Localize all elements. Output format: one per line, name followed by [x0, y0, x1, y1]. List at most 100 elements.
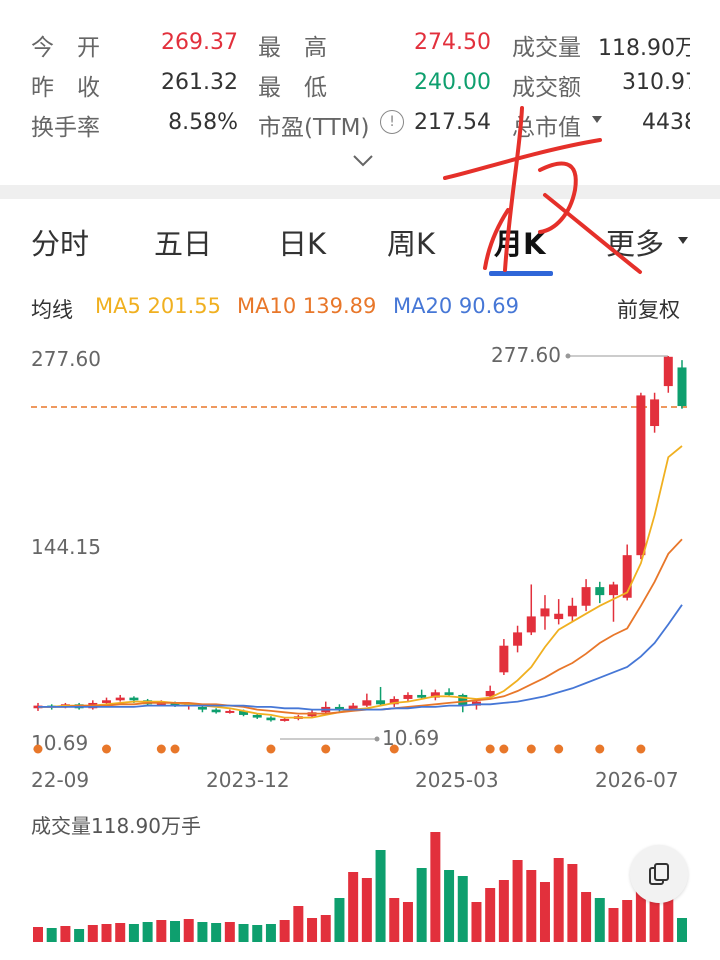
turnover-label: 换手率: [31, 115, 100, 141]
event-dot: [321, 744, 331, 754]
candle-body: [513, 632, 523, 646]
more-caret-icon[interactable]: [678, 237, 688, 244]
volume-bar: [539, 882, 550, 942]
volume-bar: [211, 923, 222, 942]
volume-bar: [444, 870, 455, 942]
active-tab-indicator: [489, 271, 553, 276]
max-price-label: 277.60: [491, 343, 561, 367]
event-dot: [102, 744, 112, 754]
candlestick-series: [33, 356, 687, 722]
prevclose-label: 昨 收: [31, 75, 100, 101]
volume-bar: [457, 876, 468, 942]
copy-icon: [649, 863, 669, 885]
candle-body: [225, 710, 235, 713]
volume-bar: [581, 892, 592, 942]
candle-body: [102, 700, 112, 703]
volume-bar: [416, 868, 427, 942]
volume-bar: [60, 926, 71, 942]
candle-body: [252, 714, 262, 718]
tab-daily-k[interactable]: 日K: [278, 221, 326, 263]
volume-bars: [33, 832, 687, 942]
x-tick-label: 2023-12: [206, 768, 290, 792]
volume-bar: [265, 924, 276, 942]
candle-body: [115, 697, 125, 701]
chevron-down-icon[interactable]: [352, 154, 374, 168]
tab-monthly-k[interactable]: 月K: [494, 221, 545, 263]
candle-body: [540, 608, 550, 617]
mktcap-label[interactable]: 总市值: [512, 108, 581, 142]
candle-body: [554, 613, 564, 620]
kline-chart[interactable]: 277.60 144.15 10.69 277.60 10.69 22-09 2…: [0, 330, 720, 960]
open-value: 269.37: [161, 30, 238, 55]
event-dot: [266, 744, 276, 754]
max-price-dot: [565, 353, 571, 359]
candle-body: [595, 587, 605, 596]
tab-weekly-k[interactable]: 周K: [387, 221, 435, 263]
x-tick-label: 2026-07: [595, 768, 679, 792]
quote-stats-panel: 今 开 269.37 昨 收 261.32 换手率 8.58% 最 高 274.…: [0, 0, 720, 185]
volume-bar: [402, 902, 413, 942]
info-icon[interactable]: !: [380, 110, 404, 134]
volume-bar: [485, 888, 496, 942]
amount-value: 310.97: [622, 70, 690, 95]
candle-body: [581, 587, 591, 606]
volume-value: 118.90万: [598, 36, 690, 61]
pe-value: 217.54: [414, 110, 491, 135]
volume-bar: [567, 864, 578, 942]
mktcap-value: 4438: [642, 110, 690, 135]
candle-body: [129, 697, 139, 701]
copy-button[interactable]: [630, 845, 688, 903]
adjust-mode[interactable]: 前复权: [617, 294, 680, 324]
candle-body: [608, 584, 618, 596]
caret-down-icon[interactable]: [592, 116, 602, 123]
volume-bar: [608, 908, 619, 942]
candle-body: [677, 367, 687, 407]
ma5-label: MA5 201.55: [95, 294, 221, 318]
turnover-value: 8.58%: [168, 110, 238, 135]
volume-bar: [677, 918, 687, 942]
volume-bar: [101, 924, 112, 942]
volume-bar: [252, 925, 263, 942]
ma20-line: [38, 604, 683, 711]
low-value: 240.00: [414, 70, 491, 95]
tab-intraday[interactable]: 分时: [31, 221, 89, 263]
prevclose-value: 261.32: [161, 70, 238, 95]
section-divider: [0, 185, 720, 199]
event-dot: [595, 744, 605, 754]
volume-bar: [46, 928, 57, 942]
event-dot: [499, 744, 509, 754]
candle-body: [362, 700, 372, 706]
event-dot: [156, 744, 166, 754]
volume-bar: [622, 900, 633, 942]
ma10-label: MA10 139.89: [237, 294, 377, 318]
volume-bar: [334, 898, 345, 942]
volume-bar: [430, 832, 441, 942]
y-tick-label: 277.60: [31, 347, 101, 371]
candle-body: [567, 605, 577, 617]
ma10-line: [38, 538, 683, 715]
volume-bar: [279, 920, 290, 942]
min-price-dot: [374, 736, 380, 742]
candle-body: [663, 356, 673, 387]
volume-bar: [512, 860, 523, 942]
tab-more[interactable]: 更多: [606, 221, 664, 263]
candle-body: [650, 399, 660, 427]
pe-label: 市盈(TTM): [258, 115, 370, 141]
volume-bar: [197, 922, 208, 942]
event-dot: [526, 744, 536, 754]
candle-body: [499, 645, 509, 673]
event-dot: [33, 744, 43, 754]
volume-title: 成交量118.90万手: [31, 814, 201, 838]
volume-bar: [238, 924, 249, 942]
period-tabs: 分时 五日 日K 周K 月K 更多: [0, 199, 720, 279]
amount-label: 成交额: [512, 75, 581, 101]
candle-body: [526, 616, 536, 633]
ma-legend: 均线 MA5 201.55 MA10 139.89 MA20 90.69 前复权: [0, 290, 720, 326]
candle-body: [403, 694, 413, 699]
open-label: 今 开: [31, 35, 100, 61]
tab-five-day[interactable]: 五日: [154, 221, 212, 263]
candle-body: [444, 692, 454, 695]
event-markers: [33, 744, 646, 754]
volume-bar: [142, 922, 153, 942]
event-dot: [636, 744, 646, 754]
